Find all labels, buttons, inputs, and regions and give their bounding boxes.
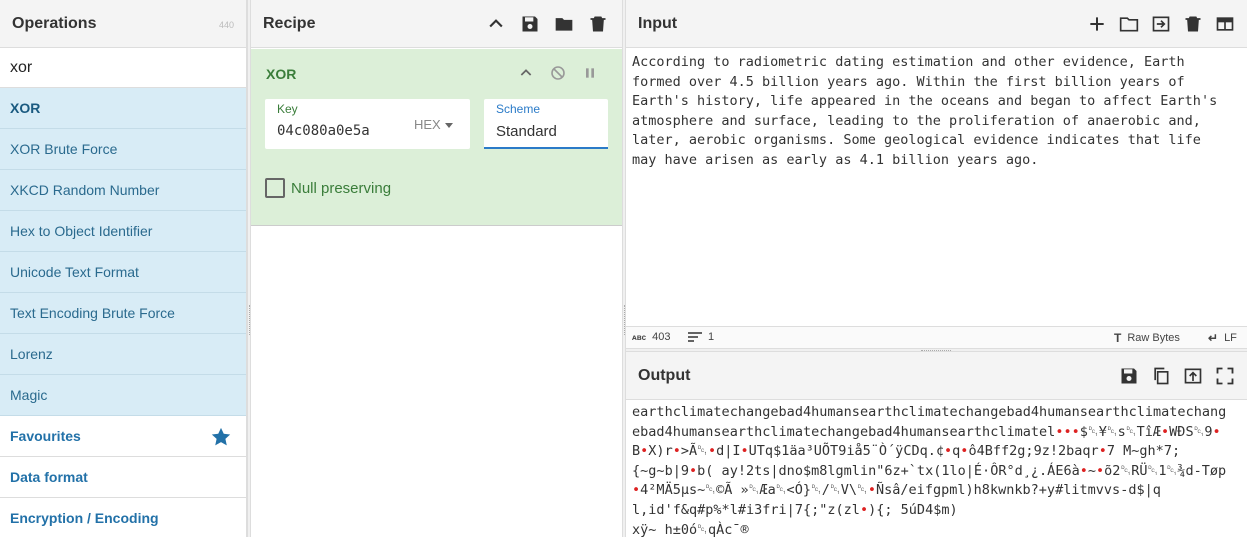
pause-icon[interactable]: [580, 63, 600, 83]
op-item-xor-brute-force[interactable]: XOR Brute Force: [0, 129, 246, 170]
category-data-format[interactable]: Data format: [0, 457, 246, 498]
recipe-header: Recipe: [251, 0, 622, 48]
scheme-select[interactable]: Standard: [496, 123, 557, 140]
input-title: Input: [638, 14, 678, 32]
category-encryption-encoding[interactable]: Encryption / Encoding: [0, 498, 246, 537]
output-line: B•X)r•>Ã␑•d|I•UTq$1äa³UÕT9iå5¨Ò´ÿCDq.¢•q…: [632, 443, 1181, 460]
caret-down-icon: [444, 122, 453, 128]
open-folder-icon[interactable]: [1119, 14, 1139, 34]
input-encoding-button[interactable]: T Raw Bytes: [1114, 331, 1180, 345]
input-length-indicator: ᴀʙᴄ 403: [632, 331, 671, 343]
operations-count: 440: [218, 20, 234, 30]
op-item-unicode-text-format[interactable]: Unicode Text Format: [0, 252, 246, 293]
input-header: Input: [626, 0, 1247, 48]
chevron-up-icon[interactable]: [516, 63, 536, 83]
input-textarea[interactable]: According to radiometric dating estimati…: [626, 49, 1247, 326]
key-format-value: HEX: [414, 117, 441, 132]
op-item-xor[interactable]: XOR: [0, 88, 246, 129]
operations-header: Operations 440: [0, 0, 246, 48]
key-format-dropdown[interactable]: HEX: [414, 117, 454, 132]
disable-icon[interactable]: [548, 63, 568, 83]
fullscreen-icon[interactable]: [1215, 366, 1235, 386]
operation-name: XOR: [266, 66, 297, 82]
key-field[interactable]: Key 04c080a0e5a HEX: [265, 99, 470, 149]
category-favourites[interactable]: Favourites: [0, 416, 246, 457]
op-item-hex-to-object-identifier[interactable]: Hex to Object Identifier: [0, 211, 246, 252]
output-line: xÿ~ h±0ó␑qÀc¯®: [632, 521, 749, 537]
output-line: •4²MÄ5µs~␑©Ã »␑Æa␑<Ó}␑/␑V\␑•Ñsâ/eifgpml)…: [632, 482, 1161, 499]
text-length-icon: ᴀʙᴄ: [632, 332, 647, 342]
key-label: Key: [277, 102, 298, 116]
null-preserving-label: Null preserving: [291, 179, 392, 197]
null-preserving-option[interactable]: Null preserving: [265, 178, 391, 198]
op-item-text-encoding-brute-force[interactable]: Text Encoding Brute Force: [0, 293, 246, 334]
input-lines-indicator: 1: [688, 331, 714, 343]
recipe-panel: Recipe XOR Key 04c080a0e5a HEX Scheme St…: [251, 0, 623, 537]
null-preserving-checkbox[interactable]: [265, 178, 285, 198]
scheme-label: Scheme: [496, 102, 541, 116]
op-item-magic[interactable]: Magic: [0, 375, 246, 416]
scheme-field[interactable]: Scheme Standard: [484, 99, 608, 149]
output-line: {~g~b|9•b( ay!2ts|dno$m8lgmlin"6z+`tx(1l…: [632, 462, 1227, 479]
folder-icon[interactable]: [554, 14, 574, 34]
output-line: earthclimatechangebad4humansearthclimate…: [632, 404, 1227, 420]
trash-icon[interactable]: [588, 14, 608, 34]
copy-icon[interactable]: [1151, 366, 1171, 386]
op-item-lorenz[interactable]: Lorenz: [0, 334, 246, 375]
recipe-operation-xor: XOR Key 04c080a0e5a HEX Scheme Standard …: [251, 49, 622, 226]
operations-search-input[interactable]: [0, 48, 246, 88]
save-icon[interactable]: [1119, 366, 1139, 386]
operations-title: Operations: [12, 14, 97, 32]
io-panel: Input According to radiometric dating es…: [626, 0, 1247, 537]
trash-icon[interactable]: [1183, 14, 1203, 34]
input-status-bar: ᴀʙᴄ 403 1 T Raw Bytes ↵ LF: [626, 326, 1247, 348]
output-line: ebad4humansearthclimatechangebad4humanse…: [632, 423, 1221, 440]
chevron-up-icon[interactable]: [486, 14, 506, 34]
op-item-xkcd-random-number[interactable]: XKCD Random Number: [0, 170, 246, 211]
plus-icon[interactable]: [1087, 14, 1107, 34]
layout-icon[interactable]: [1215, 14, 1235, 34]
operations-panel: Operations 440 XOR XOR Brute Force XKCD …: [0, 0, 247, 537]
replace-input-icon[interactable]: [1183, 366, 1203, 386]
category-favourites-label: Favourites: [10, 428, 81, 444]
input-file-icon[interactable]: [1151, 14, 1171, 34]
save-icon[interactable]: [520, 14, 540, 34]
recipe-title: Recipe: [263, 14, 316, 32]
output-line: l,id'f&q#p%*l#i3fri|7{;"z(zl•){; 5úD4$m): [632, 501, 958, 518]
input-eol-button[interactable]: ↵ LF: [1208, 331, 1237, 345]
star-icon: [211, 427, 231, 446]
text-format-icon: T: [1114, 331, 1122, 345]
key-input[interactable]: 04c080a0e5a: [277, 123, 395, 139]
return-icon: ↵: [1208, 331, 1219, 345]
output-title: Output: [638, 366, 691, 384]
output-textarea[interactable]: earthclimatechangebad4humansearthclimate…: [626, 401, 1247, 537]
lines-icon: [688, 332, 702, 342]
output-header: Output: [626, 352, 1247, 400]
